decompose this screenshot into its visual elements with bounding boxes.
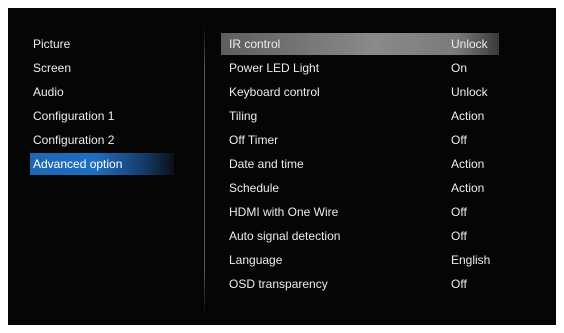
option-value: On [451,61,468,75]
option-row-keyboard-control[interactable]: Keyboard control Unlock [221,81,499,103]
option-value: Unlock [451,37,488,51]
option-row-ir-control[interactable]: IR control Unlock [221,33,499,55]
option-label: Off Timer [229,133,279,147]
option-value: Action [451,181,485,195]
option-label: Date and time [229,157,304,171]
option-value: English [451,253,491,267]
option-value: Off [451,277,467,291]
option-value: Action [451,157,485,171]
option-row-off-timer[interactable]: Off Timer Off [221,129,499,151]
option-label: OSD transparency [229,277,328,291]
option-value: Unlock [451,85,488,99]
option-label: IR control [229,37,281,51]
option-label: Power LED Light [229,61,320,75]
option-label: Tiling [229,109,258,123]
option-label: Auto signal detection [229,229,341,243]
advanced-option-submenu: IR control Unlock Power LED Light On Key… [8,8,556,325]
option-label: Schedule [229,181,280,195]
option-row-hdmi-with-one-wire[interactable]: HDMI with One Wire Off [221,201,499,223]
option-row-date-and-time[interactable]: Date and time Action [221,153,499,175]
option-value: Action [451,109,485,123]
option-row-schedule[interactable]: Schedule Action [221,177,499,199]
option-row-power-led-light[interactable]: Power LED Light On [221,57,499,79]
option-row-language[interactable]: Language English [221,249,499,271]
option-value: Off [451,229,467,243]
option-label: Keyboard control [229,85,320,99]
option-row-auto-signal-detection[interactable]: Auto signal detection Off [221,225,499,247]
osd-menu-panel: Picture Screen Audio Configuration 1 Con… [8,8,556,325]
option-value: Off [451,133,467,147]
option-value: Off [451,205,467,219]
option-label: HDMI with One Wire [229,205,339,219]
option-row-osd-transparency[interactable]: OSD transparency Off [221,273,499,295]
option-row-tiling[interactable]: Tiling Action [221,105,499,127]
option-label: Language [229,253,283,267]
